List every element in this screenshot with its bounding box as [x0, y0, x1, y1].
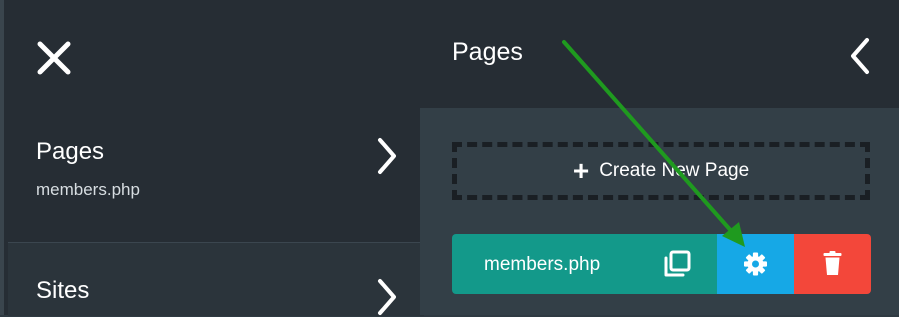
page-row: members.php — [452, 234, 871, 294]
page-item-members[interactable]: members.php — [452, 234, 717, 294]
chevron-right-icon — [378, 279, 396, 315]
page-settings-button[interactable] — [717, 234, 794, 294]
close-icon[interactable] — [34, 38, 74, 78]
close-button[interactable] — [34, 38, 74, 78]
chevron-left-icon[interactable] — [848, 36, 872, 76]
nav-item-pages-title: Pages — [36, 138, 105, 165]
plus-icon: + — [572, 155, 590, 186]
current-page-label: members.php — [36, 180, 140, 199]
page-name: members.php — [484, 254, 601, 275]
duplicate-icon[interactable] — [662, 249, 692, 279]
chevron-right-icon — [378, 138, 396, 174]
pages-panel-header: Pages — [420, 0, 899, 108]
create-new-page-content: + Create New Page — [457, 147, 865, 195]
nav-item-pages[interactable]: Pages members.php — [8, 112, 424, 242]
nav-item-sites[interactable]: Sites — [8, 242, 424, 316]
create-new-page-button[interactable]: + Create New Page — [452, 142, 870, 200]
back-button[interactable] — [848, 36, 872, 76]
create-new-page-label: Create New Page — [599, 160, 750, 181]
page-delete-button[interactable] — [794, 234, 871, 294]
left-panel: Pages members.php Sites — [0, 0, 424, 316]
gear-icon — [744, 252, 767, 276]
trash-icon — [823, 251, 842, 275]
pages-panel: Pages + Create New Page members.php — [420, 0, 899, 315]
pages-panel-title: Pages — [452, 38, 523, 66]
nav-item-sites-title: Sites — [36, 277, 90, 304]
